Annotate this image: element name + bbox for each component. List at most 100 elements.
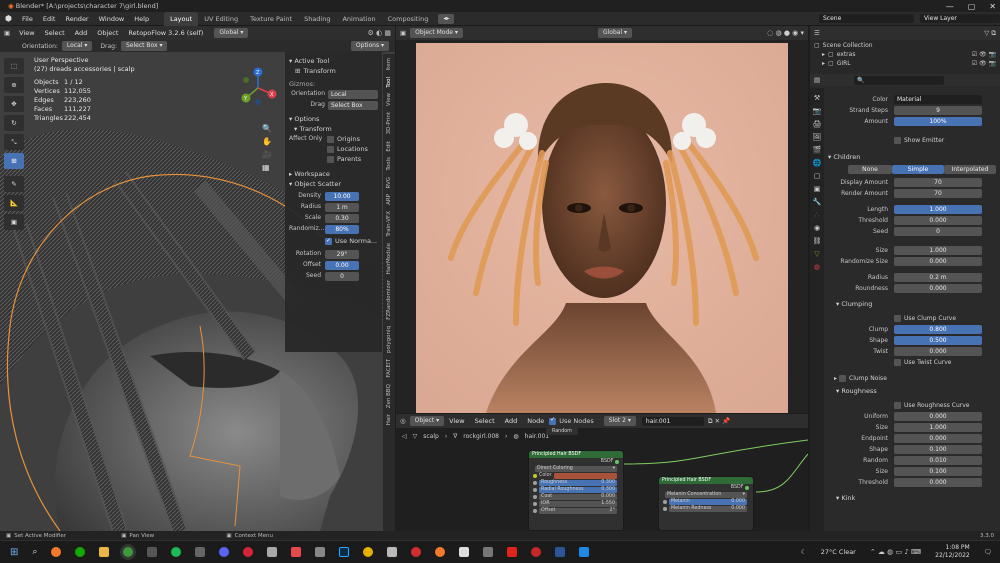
photoshop-icon[interactable] — [339, 547, 350, 557]
roughness-header[interactable]: ▾ Roughness — [828, 386, 996, 397]
density-field[interactable]: 10.00 — [325, 191, 359, 201]
amount-field[interactable]: 100% — [894, 117, 982, 126]
clump-field[interactable]: 0.800 — [894, 325, 982, 334]
media-icon[interactable] — [195, 547, 206, 557]
constraints-tab-icon[interactable]: ⛓ — [813, 237, 822, 245]
collection-tab-icon[interactable]: ▢ — [814, 172, 821, 180]
windows-start-icon[interactable]: ⊞ — [10, 547, 18, 558]
endpoint-field[interactable]: 0.000 — [894, 434, 982, 443]
seed-field[interactable]: 0 — [894, 227, 982, 236]
measure-tool-icon[interactable]: 📐 — [4, 195, 24, 211]
n-orientation-dropdown[interactable]: Local — [328, 89, 378, 99]
menu-file[interactable]: File — [17, 12, 38, 26]
media-player-icon[interactable] — [147, 547, 158, 557]
properties-search[interactable]: 🔍 — [854, 75, 945, 85]
options-dropdown[interactable]: Options ▾ — [350, 41, 389, 51]
weather-text[interactable]: 27°C Clear — [821, 548, 856, 556]
grid-icon[interactable]: ▦ — [262, 163, 272, 172]
search-icon[interactable]: ⌕ — [32, 547, 37, 557]
output-tab-icon[interactable]: 🖨 — [813, 120, 822, 128]
randomize-size-field[interactable]: 0.000 — [894, 257, 982, 266]
render-viewport[interactable]: ▣ Object Mode ▾ Global ▾ ◌ ◍ ● ◉ ▾ — [396, 26, 808, 413]
shading-mode-icons[interactable]: ◌ ◍ ● ◉ ▾ — [767, 29, 808, 37]
filter-icon[interactable]: ▽ ⧉ — [984, 29, 1000, 38]
roughness-field[interactable]: Roughness 0.300 — [539, 479, 617, 486]
render-tab-icon[interactable]: 📷 — [813, 107, 822, 115]
outliner-row[interactable]: ▸ ▢ GIRL ☑ 👁 📷 — [814, 59, 996, 68]
tab-3d-print[interactable]: 3D-Print — [386, 112, 392, 134]
app-icon[interactable] — [483, 547, 494, 557]
ior-field[interactable]: IOR 1.550 — [539, 500, 617, 507]
spotify-icon[interactable] — [171, 547, 182, 557]
options-header[interactable]: ▾ Options — [289, 114, 378, 124]
clump-noise-checkbox[interactable] — [839, 375, 847, 382]
randomize-field[interactable]: 80% — [325, 224, 359, 234]
menu-object[interactable]: Object — [92, 26, 123, 40]
tab-hairmodule[interactable]: HairModule — [386, 243, 392, 274]
tab-compositing[interactable]: Compositing — [382, 12, 435, 26]
node-editor[interactable]: ◎ Object ▾ View Select Add Node Use Node… — [396, 414, 808, 531]
left-viewport[interactable]: ▣ View Select Add Object RetopoFlow 3.2.… — [0, 26, 395, 531]
transform-tool-icon[interactable]: ⊞ — [4, 153, 24, 169]
outliner-row[interactable]: ▢ Scene Collection — [814, 41, 996, 50]
tab-texture-paint[interactable]: Texture Paint — [244, 12, 298, 26]
random-size-field[interactable]: 0.100 — [894, 467, 982, 476]
menu-help[interactable]: Help — [129, 12, 154, 26]
app-icon[interactable] — [291, 547, 302, 557]
tab-rvg[interactable]: RVG — [386, 177, 392, 189]
maximize-button[interactable]: ▢ — [968, 2, 976, 11]
rough-size-field[interactable]: 1.000 — [894, 423, 982, 432]
file-explorer-icon[interactable] — [99, 547, 110, 557]
physics-tab-icon[interactable]: ◉ — [814, 224, 820, 232]
melanin-field[interactable]: Melanin 0.000 — [669, 498, 747, 505]
transform-dropdown[interactable]: Global ▾ — [597, 28, 633, 38]
retopoflow-menu[interactable]: RetopoFlow 3.2.6 (self) — [123, 26, 208, 40]
editor-type-icon[interactable]: ▣ — [0, 29, 14, 37]
rotation-field[interactable]: 29° — [325, 249, 359, 259]
visibility-icons[interactable]: ☑ 👁 📷 — [972, 59, 996, 68]
scale-tool-icon[interactable]: ⤡ — [4, 134, 24, 150]
radial-roughness-field[interactable]: Radial Roughness 0.300 — [539, 486, 617, 493]
coat-field[interactable]: Coat 0.000 — [539, 493, 617, 500]
menu-select[interactable]: Select — [40, 26, 70, 40]
menu-edit[interactable]: Edit — [38, 12, 61, 26]
move-tool-icon[interactable]: ✥ — [4, 96, 24, 112]
system-tray-icons[interactable]: ⌃ ☁ ◍ ▭ ♪ ⌨ — [870, 548, 921, 556]
discord-icon[interactable] — [219, 547, 230, 557]
view-layer-selector[interactable]: View Layer — [920, 14, 1000, 23]
add-cube-tool-icon[interactable]: ▣ — [4, 214, 24, 230]
chrome-icon[interactable] — [363, 547, 374, 557]
use-clump-curve-checkbox[interactable] — [894, 315, 901, 322]
roundness-field[interactable]: 0.000 — [894, 284, 982, 293]
tab-arp[interactable]: ARP — [386, 194, 392, 205]
show-emitter-checkbox[interactable] — [894, 137, 901, 144]
annotate-tool-icon[interactable]: ✎ — [4, 176, 24, 192]
use-roughness-curve-checkbox[interactable] — [894, 402, 901, 409]
menu-window[interactable]: Window — [94, 12, 130, 26]
rough-shape-field[interactable]: 0.100 — [894, 445, 982, 454]
mode-dropdown[interactable]: Object Mode ▾ — [410, 28, 463, 38]
visibility-icons[interactable]: ☑ 👁 📷 — [972, 50, 996, 59]
twist-field[interactable]: 0.000 — [894, 347, 982, 356]
camera-icon[interactable]: 🎥 — [262, 150, 272, 159]
app-icon[interactable] — [459, 547, 470, 557]
display-amount-field[interactable]: 70 — [894, 178, 982, 187]
offset-field[interactable]: Offset 2° — [539, 507, 617, 514]
pan-hand-icon[interactable]: ✋ — [262, 137, 272, 146]
active-tool-header[interactable]: ▾ Active Tool — [289, 56, 378, 66]
scene-tab-icon[interactable]: 🎬 — [813, 146, 822, 154]
opera-icon[interactable] — [411, 547, 422, 557]
clock[interactable]: 1:08 PM 22/12/2022 — [935, 544, 970, 560]
editor-type-icon[interactable]: ▣ — [396, 29, 410, 37]
size-field[interactable]: 1.000 — [894, 246, 982, 255]
principled-hair-node-1[interactable]: Principled Hair BSDF BSDF Direct Colorin… — [528, 450, 624, 531]
tab-item[interactable]: Item — [386, 58, 392, 71]
color-mode-dropdown[interactable]: Material — [894, 95, 982, 104]
child-mode-simple[interactable]: Simple — [892, 165, 944, 174]
menu-view[interactable]: View — [14, 26, 39, 40]
coloring-dropdown[interactable]: Direct Coloring ▾ — [535, 465, 617, 472]
world-tab-icon[interactable]: 🌐 — [813, 159, 822, 167]
clumping-header[interactable]: ▾ Clumping — [828, 299, 996, 310]
app-icon[interactable] — [315, 547, 326, 557]
menu-add[interactable]: Add — [70, 26, 93, 40]
